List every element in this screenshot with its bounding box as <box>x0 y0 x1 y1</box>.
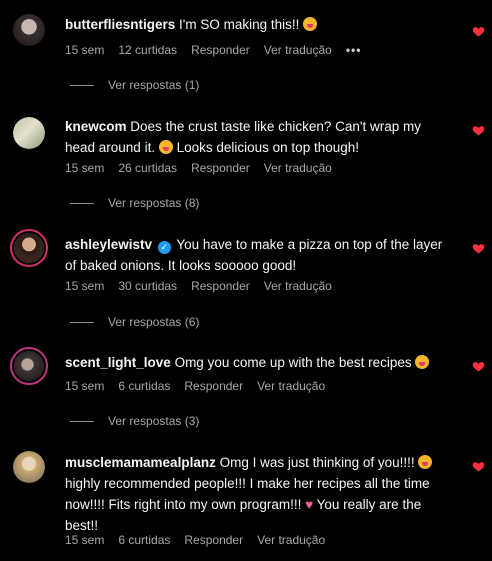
like-heart-icon[interactable] <box>472 124 485 137</box>
avatar[interactable] <box>13 451 45 483</box>
comment-text-block: scent_light_love Omg you come up with th… <box>65 352 451 373</box>
comment-text-block: knewcom Does the crust taste like chicke… <box>65 116 451 158</box>
view-replies-label[interactable]: Ver respostas (1) <box>108 78 199 92</box>
comment-username[interactable]: ashleylewistv <box>65 237 152 252</box>
likes-count[interactable]: 30 curtidas <box>118 279 177 293</box>
translate-button[interactable]: Ver tradução <box>257 533 325 547</box>
like-heart-icon[interactable] <box>472 460 485 473</box>
comment-username[interactable]: scent_light_love <box>65 355 171 370</box>
comment-meta: 15 sem 26 curtidas Responder Ver traduçã… <box>65 161 332 175</box>
comment-meta: 15 sem 6 curtidas Responder Ver tradução <box>65 379 325 393</box>
emoji-icon <box>303 17 318 31</box>
comment-meta: 15 sem 30 curtidas Responder Ver traduçã… <box>65 279 332 293</box>
view-replies[interactable]: Ver respostas (6) <box>70 315 199 329</box>
comment-meta: 15 sem 12 curtidas Responder Ver traduçã… <box>65 43 361 57</box>
reply-button[interactable]: Responder <box>184 379 243 393</box>
likes-count[interactable]: 26 curtidas <box>118 161 177 175</box>
verified-badge-icon: ✓ <box>157 241 171 254</box>
emoji-icon <box>418 455 433 469</box>
view-replies[interactable]: Ver respostas (1) <box>70 78 199 92</box>
comment-username[interactable]: knewcom <box>65 119 127 134</box>
translate-button[interactable]: Ver tradução <box>264 43 332 57</box>
comment-username[interactable]: musclemamamealplanz <box>65 455 216 470</box>
comment-text: I'm SO making this!! <box>179 17 300 32</box>
story-avatar[interactable] <box>10 347 48 385</box>
likes-count[interactable]: 6 curtidas <box>118 379 170 393</box>
translate-button[interactable]: Ver tradução <box>264 279 332 293</box>
comment-text-block: ashleylewistv ✓ You have to make a pizza… <box>65 234 451 276</box>
reply-button[interactable]: Responder <box>191 279 250 293</box>
comment-time: 15 sem <box>65 533 105 547</box>
likes-count[interactable]: 12 curtidas <box>118 43 177 57</box>
emoji-icon <box>158 140 173 154</box>
comment-meta: 15 sem 6 curtidas Responder Ver tradução <box>65 533 325 547</box>
comment-text-continued: Looks delicious on top though! <box>176 140 359 155</box>
reply-button[interactable]: Responder <box>191 161 250 175</box>
divider-line <box>70 84 94 86</box>
comment-text: Omg I was just thinking of you!!!! <box>219 455 415 470</box>
view-replies-label[interactable]: Ver respostas (3) <box>108 414 199 428</box>
likes-count[interactable]: 6 curtidas <box>118 533 170 547</box>
view-replies[interactable]: Ver respostas (8) <box>70 196 199 210</box>
comment-time: 15 sem <box>65 279 105 293</box>
comment-text-block: musclemamamealplanz Omg I was just think… <box>65 452 451 536</box>
avatar[interactable] <box>13 117 45 149</box>
reply-button[interactable]: Responder <box>191 43 250 57</box>
view-replies-label[interactable]: Ver respostas (6) <box>108 315 199 329</box>
comment-time: 15 sem <box>65 379 105 393</box>
emoji-icon <box>415 355 430 369</box>
more-options-icon[interactable]: ••• <box>346 43 362 57</box>
divider-line <box>70 321 94 323</box>
divider-line <box>70 202 94 204</box>
reply-button[interactable]: Responder <box>184 533 243 547</box>
translate-button[interactable]: Ver tradução <box>257 379 325 393</box>
divider-line <box>70 420 94 422</box>
like-heart-icon[interactable] <box>472 25 485 38</box>
comment-text: Omg you come up with the best recipes <box>174 355 412 370</box>
comment-text-block: butterfliesntigers I'm SO making this!! <box>65 14 451 35</box>
story-avatar[interactable] <box>10 229 48 267</box>
translate-button[interactable]: Ver tradução <box>264 161 332 175</box>
comment-time: 15 sem <box>65 161 105 175</box>
comment-username[interactable]: butterfliesntigers <box>65 17 175 32</box>
view-replies[interactable]: Ver respostas (3) <box>70 414 199 428</box>
pink-heart-icon: ♥ <box>305 497 314 512</box>
avatar[interactable] <box>13 14 45 46</box>
comment-time: 15 sem <box>65 43 105 57</box>
view-replies-label[interactable]: Ver respostas (8) <box>108 196 199 210</box>
like-heart-icon[interactable] <box>472 242 485 255</box>
like-heart-icon[interactable] <box>472 360 485 373</box>
